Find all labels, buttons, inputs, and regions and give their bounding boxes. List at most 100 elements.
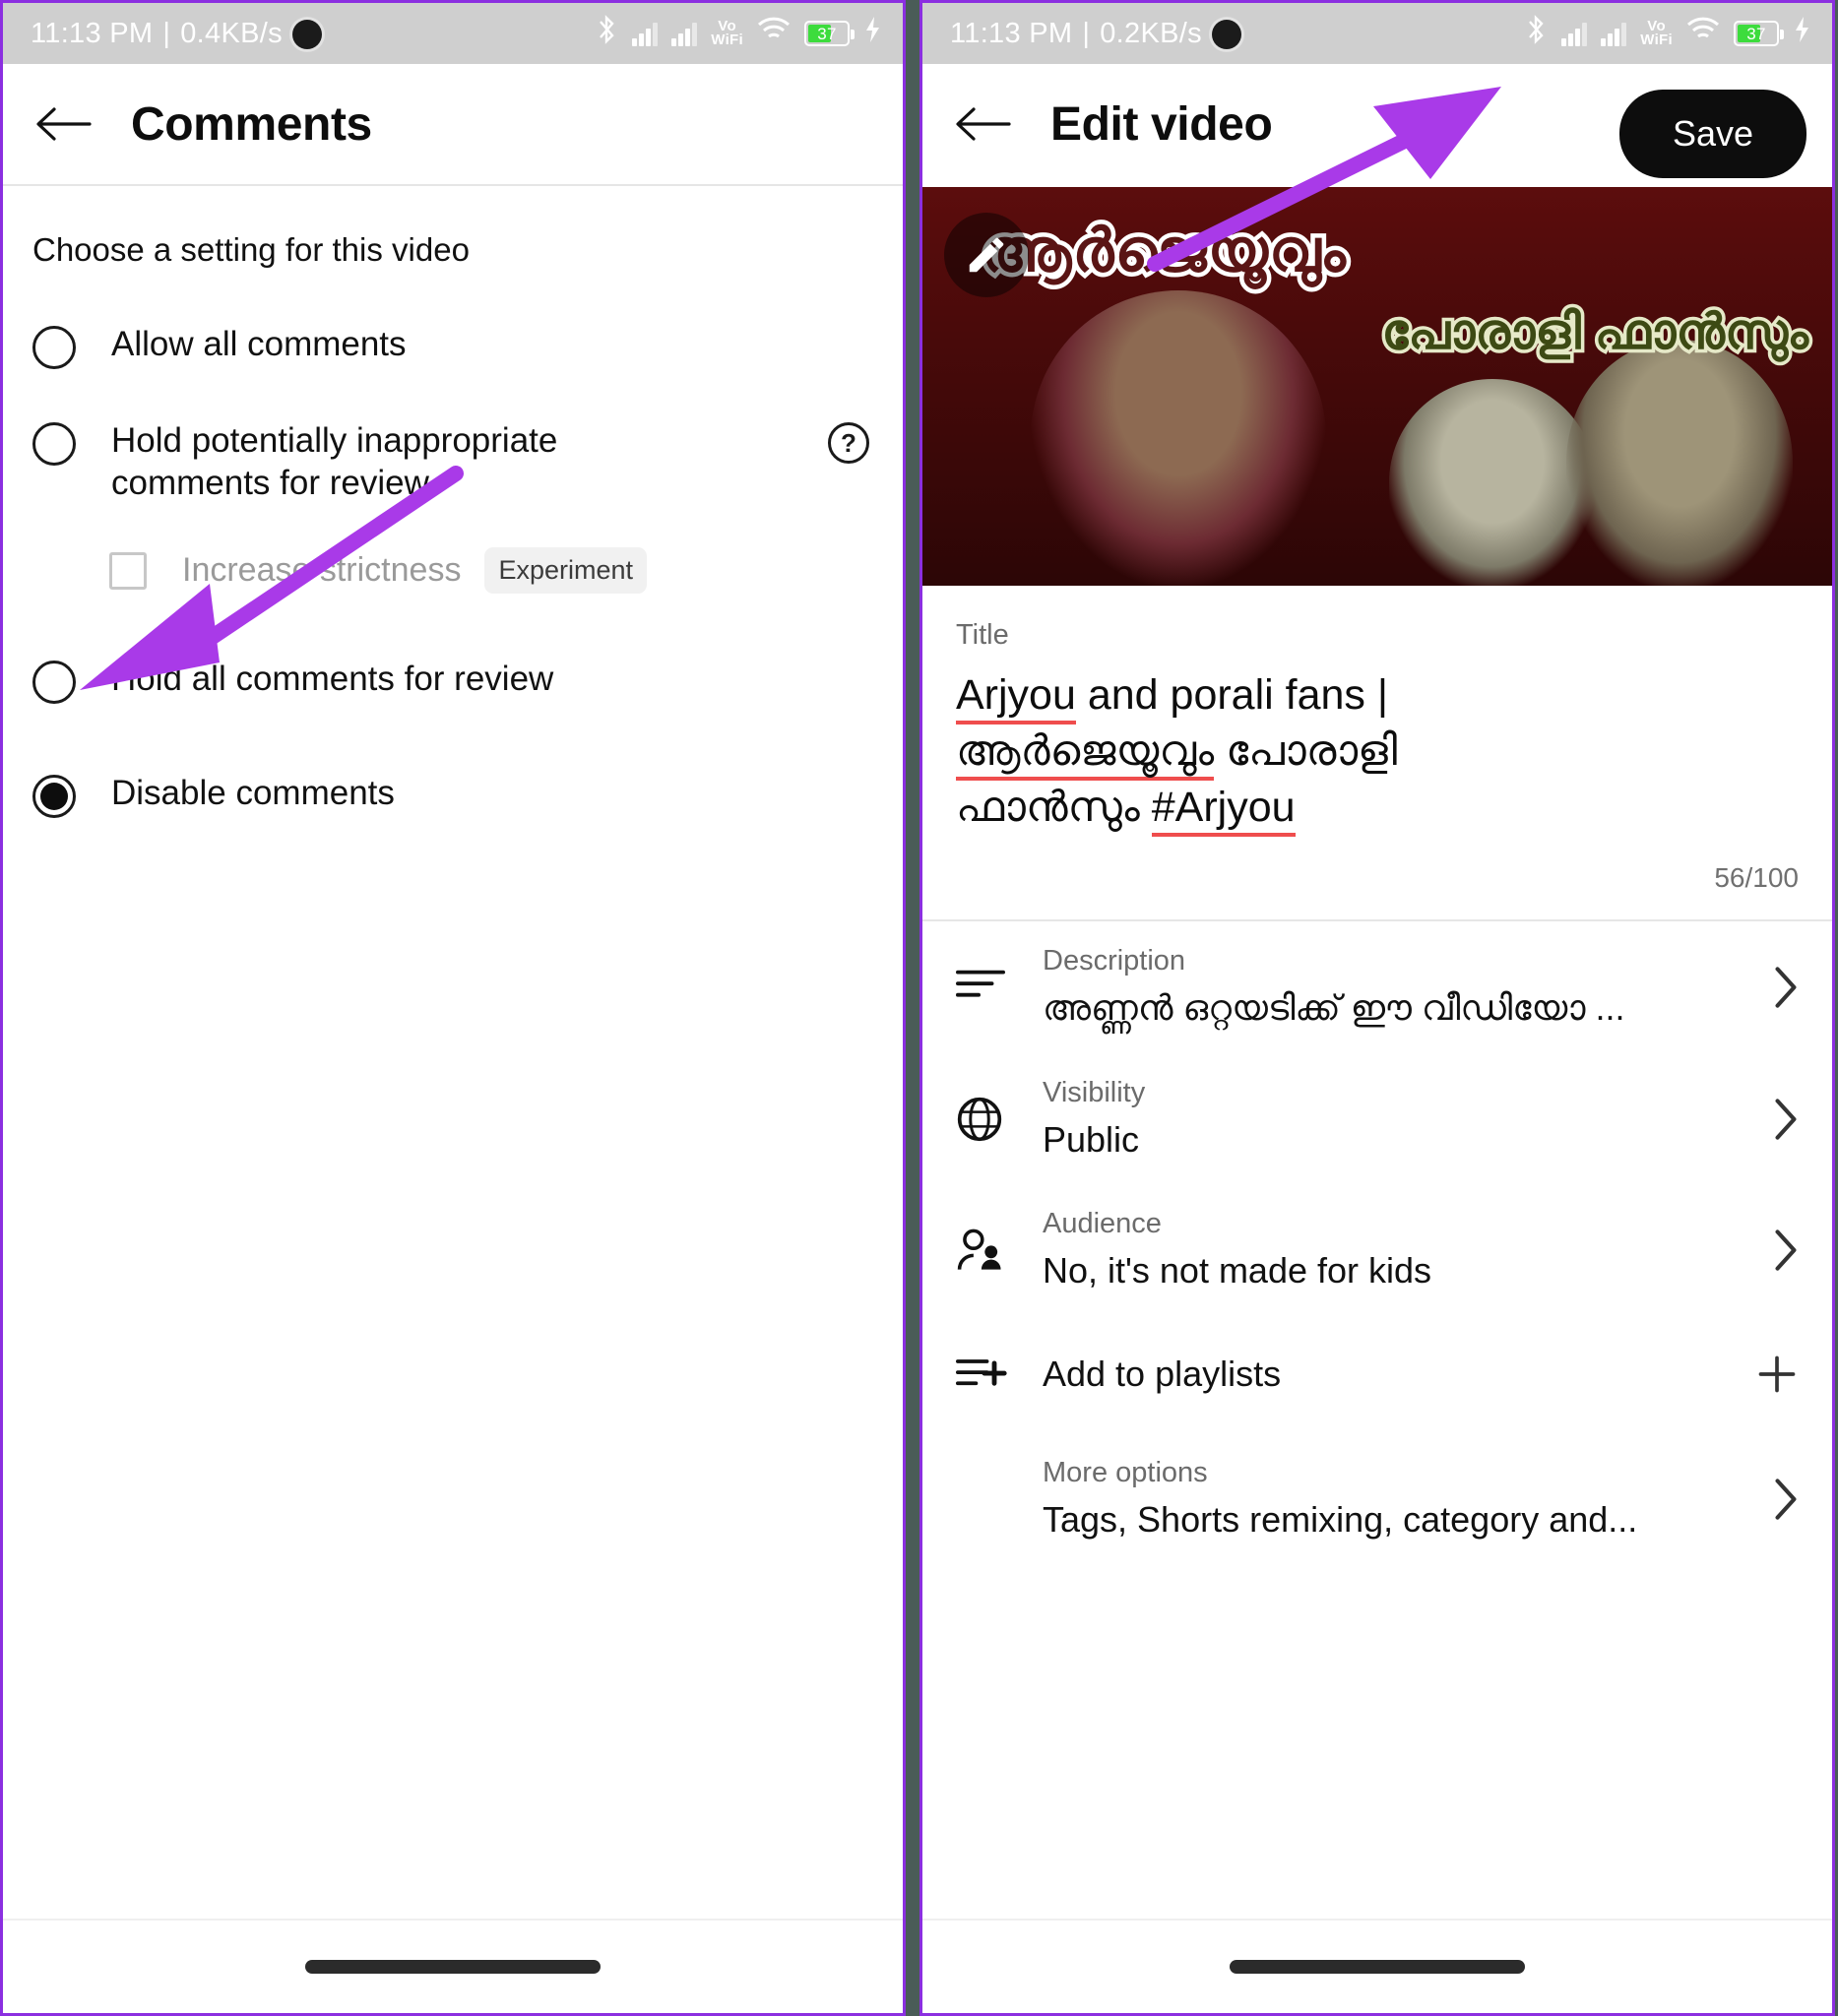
status-bar-left: 11:13 PM | 0.4KB/s Vo WiFi 37 xyxy=(3,3,903,64)
left-phone-panel: 11:13 PM | 0.4KB/s Vo WiFi 37 Comments C… xyxy=(0,0,906,2016)
radio-option-label: Hold all comments for review xyxy=(111,660,554,699)
chevron-right-icon[interactable] xyxy=(1753,1478,1799,1521)
row-add-to-playlists-value: Add to playlists xyxy=(1043,1354,1282,1395)
signal-sim2-icon xyxy=(671,21,698,46)
section-heading: Choose a setting for this video xyxy=(32,231,470,268)
status-bar-left-group: 11:13 PM | 0.2KB/s xyxy=(950,18,1241,50)
status-network-speed: 0.4KB/s xyxy=(180,17,283,49)
system-nav-bar-left xyxy=(3,1919,903,2013)
status-network-speed: 0.2KB/s xyxy=(1100,17,1202,49)
app-bar-comments: Comments xyxy=(3,64,903,184)
status-time: 11:13 PM xyxy=(950,17,1073,49)
status-bar-left-group: 11:13 PM | 0.4KB/s xyxy=(31,18,322,50)
experiment-badge: Experiment xyxy=(484,547,648,595)
row-audience-value: No, it's not made for kids xyxy=(1043,1250,1432,1292)
row-add-to-playlists[interactable]: Add to playlists xyxy=(922,1315,1832,1433)
right-phone-panel: 11:13 PM | 0.2KB/s Vo WiFi 37 Edit video… xyxy=(919,0,1835,2016)
row-more-options-value: Tags, Shorts remixing, category and... xyxy=(1043,1499,1638,1541)
globe-icon xyxy=(956,1096,1029,1143)
row-visibility-value: Public xyxy=(1043,1119,1140,1161)
row-visibility-label: Visibility xyxy=(1043,1077,1146,1109)
row-more-options-text: More options Tags, Shorts remixing, cate… xyxy=(1043,1457,1753,1541)
row-description[interactable]: Description അണ്ണൻ ഒറ്റയടിക്ക് ഈ വീഡിയോ .… xyxy=(922,921,1832,1053)
back-button-comments[interactable] xyxy=(29,90,97,158)
title-text-2: പോരാളി xyxy=(1214,726,1398,775)
radio-icon[interactable] xyxy=(32,661,76,705)
radio-icon[interactable] xyxy=(32,326,76,369)
row-visibility[interactable]: Visibility Public xyxy=(922,1053,1832,1184)
playlist-add-icon xyxy=(956,1354,1029,1394)
checkbox-option-increase-strictness[interactable]: Increase strictness Experiment xyxy=(3,530,903,611)
radio-option-hold-inappropriate[interactable]: Hold potentially inappropriate comments … xyxy=(3,395,903,530)
row-more-options[interactable]: More options Tags, Shorts remixing, cate… xyxy=(922,1433,1832,1564)
row-description-label: Description xyxy=(1043,945,1186,977)
battery-icon: 37 xyxy=(1734,21,1784,46)
charging-bolt-icon xyxy=(863,16,881,51)
volte-wifi-icon: Vo WiFi xyxy=(1640,18,1673,48)
radio-icon[interactable] xyxy=(32,422,76,466)
title-field-label: Title xyxy=(956,619,1009,651)
thumbnail-person-third xyxy=(1566,340,1793,586)
audience-people-icon xyxy=(956,1227,1029,1274)
row-more-options-label: More options xyxy=(1043,1457,1208,1489)
title-spellcheck-word-2: ആർജെയൂവും xyxy=(956,726,1215,781)
page-title-comments: Comments xyxy=(131,97,372,151)
volte-wifi-icon: Vo WiFi xyxy=(711,18,743,48)
radio-option-disable-comments[interactable]: Disable comments xyxy=(3,729,903,844)
system-nav-bar-right xyxy=(922,1919,1832,2013)
status-bar-right-group: Vo WiFi 37 xyxy=(1524,15,1810,52)
status-separator: | xyxy=(162,17,171,49)
thumbnail-overlay-text-right: പോരാളി ഫാൻസും xyxy=(1378,301,1812,363)
row-audience[interactable]: Audience No, it's not made for kids xyxy=(922,1184,1832,1315)
radio-option-allow-all-comments[interactable]: Allow all comments xyxy=(3,298,903,395)
description-lines-icon xyxy=(956,966,1029,1009)
row-description-text: Description അണ്ണൻ ഒറ്റയടിക്ക് ഈ വീഡിയോ .… xyxy=(1043,945,1753,1030)
app-bar-edit-video: Edit video Save xyxy=(922,64,1832,184)
row-audience-label: Audience xyxy=(1043,1208,1162,1240)
radio-option-hold-all-comments[interactable]: Hold all comments for review xyxy=(3,611,903,729)
checkbox-option-label: Increase strictness xyxy=(182,551,462,590)
signal-sim1-icon xyxy=(1561,21,1588,46)
wifi-icon xyxy=(1686,17,1720,50)
bluetooth-icon xyxy=(1524,15,1548,52)
home-gesture-pill[interactable] xyxy=(305,1960,601,1974)
thumbnail-person-second xyxy=(1389,379,1596,586)
save-button[interactable]: Save xyxy=(1618,90,1806,178)
row-visibility-text: Visibility Public xyxy=(1043,1077,1753,1161)
signal-sim2-icon xyxy=(1601,21,1627,46)
title-text-3: ഫാൻസും xyxy=(956,783,1152,831)
radio-option-label: Hold potentially inappropriate comments … xyxy=(111,421,558,502)
thumbnail-overlay-text-top: ആർജെയൂവും xyxy=(978,214,1351,288)
title-field-value[interactable]: Arjyou and porali fans | ആർജെയൂവും പോരാള… xyxy=(956,667,1799,837)
video-thumbnail[interactable]: ആർജെയൂവും പോരാളി ഫാൻസും xyxy=(922,187,1832,586)
pencil-icon[interactable] xyxy=(944,213,1029,297)
checkbox-icon[interactable] xyxy=(109,551,147,590)
title-text-1: and porali fans | xyxy=(1075,671,1389,719)
help-question-icon[interactable]: ? xyxy=(828,422,869,464)
chevron-right-icon[interactable] xyxy=(1753,1098,1799,1141)
wifi-icon xyxy=(757,17,791,50)
radio-option-label: Disable comments xyxy=(111,774,395,813)
title-spellcheck-word-1: Arjyou xyxy=(956,671,1076,724)
chevron-right-icon[interactable] xyxy=(1753,1228,1799,1272)
chevron-right-icon[interactable] xyxy=(1753,966,1799,1009)
row-audience-text: Audience No, it's not made for kids xyxy=(1043,1208,1753,1292)
radio-option-label: Allow all comments xyxy=(111,325,407,363)
thumbnail-person-main xyxy=(1031,290,1326,586)
status-bar-right-group: Vo WiFi 37 xyxy=(595,15,881,52)
bluetooth-icon xyxy=(595,15,618,52)
status-bar-right: 11:13 PM | 0.2KB/s Vo WiFi 37 xyxy=(922,3,1832,64)
row-description-value: അണ്ണൻ ഒറ്റയടിക്ക് ഈ വീഡിയോ ... xyxy=(1043,987,1625,1029)
radio-icon-selected[interactable] xyxy=(32,775,76,819)
home-gesture-pill[interactable] xyxy=(1230,1960,1525,1974)
battery-percent: 37 xyxy=(1746,24,1766,43)
page-title-edit-video: Edit video xyxy=(1050,97,1273,151)
camera-punchhole-icon xyxy=(291,20,322,49)
back-button-edit-video[interactable] xyxy=(948,90,1017,158)
title-field[interactable]: Title Arjyou and porali fans | ആർജെയൂവും… xyxy=(922,586,1832,847)
plus-icon[interactable] xyxy=(1753,1353,1799,1396)
battery-percent: 37 xyxy=(817,24,837,43)
camera-punchhole-icon xyxy=(1211,20,1241,49)
signal-sim1-icon xyxy=(632,21,659,46)
status-separator: | xyxy=(1082,17,1091,49)
